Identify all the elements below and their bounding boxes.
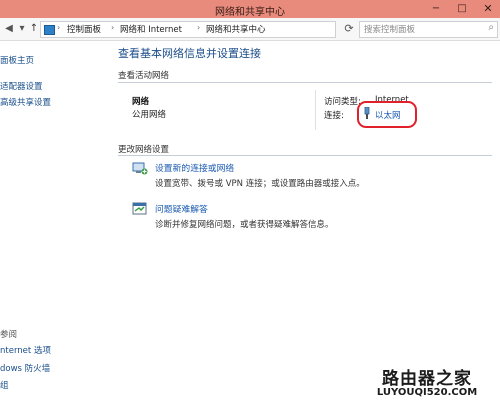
breadcrumb-control-panel[interactable]: 控制面板 xyxy=(67,23,101,35)
breadcrumb-separator: › xyxy=(111,23,115,32)
search-input[interactable]: 搜索控制面板 ⌕ xyxy=(359,21,498,38)
troubleshoot-desc: 诊断并修复网络问题，或者获得疑难解答信息。 xyxy=(155,220,334,230)
watermark-url: LUYOUQI520.COM xyxy=(376,387,478,398)
breadcrumb-network-internet[interactable]: 网络和 Internet xyxy=(120,23,182,35)
sidebar-item-firewall[interactable]: dows 防火墙 xyxy=(0,362,50,374)
watermark-text: 路由器之家 xyxy=(382,369,472,389)
sidebar-item-advanced-sharing[interactable]: 高级共享设置 xyxy=(0,96,51,108)
breadcrumb-sharing-center[interactable]: 网络和共享中心 xyxy=(206,23,266,35)
setup-connection-link[interactable]: 设置新的连接或网络 xyxy=(155,161,234,174)
section-divider xyxy=(118,82,492,83)
minimize-button[interactable]: − xyxy=(423,0,449,18)
close-button[interactable]: ✕ xyxy=(475,0,500,18)
sidebar-item-homegroup[interactable]: 组 xyxy=(0,379,9,391)
search-placeholder: 搜索控制面板 xyxy=(364,25,416,35)
search-icon[interactable]: ⌕ xyxy=(488,22,494,33)
maximize-button[interactable]: □ xyxy=(449,0,475,18)
active-networks-header: 查看活动网络 xyxy=(118,71,170,81)
change-settings-header: 更改网络设置 xyxy=(118,145,170,155)
access-type-label: 访问类型: xyxy=(324,97,361,107)
connections-label: 连接: xyxy=(324,111,344,121)
troubleshoot-icon xyxy=(132,202,147,215)
address-bar: ◀ ▾ ↑ › 控制面板 › 网络和 Internet › 网络和共享中心 ⟳ … xyxy=(0,18,500,41)
watermark: 路由器之家 LUYOUQI520.COM xyxy=(357,364,497,402)
network-name: 网络 xyxy=(132,97,150,107)
control-panel-icon xyxy=(44,25,55,35)
breadcrumb[interactable]: › 控制面板 › 网络和 Internet › 网络和共享中心 xyxy=(40,21,336,38)
see-also-header: 参阅 xyxy=(0,330,18,340)
sidebar-item-adapter-settings[interactable]: 适配器设置 xyxy=(0,80,43,92)
up-arrow-icon[interactable]: ↑ xyxy=(27,22,41,36)
troubleshoot-link[interactable]: 问题疑难解答 xyxy=(155,202,208,215)
back-arrow-icon[interactable]: ◀ xyxy=(2,22,16,36)
refresh-icon[interactable]: ⟳ xyxy=(342,22,356,36)
breadcrumb-separator: › xyxy=(197,23,201,32)
column-divider xyxy=(315,90,316,130)
highlight-ring xyxy=(357,101,417,128)
title-bar: 网络和共享中心 − □ ✕ xyxy=(0,0,500,18)
sidebar-item-home[interactable]: 面板主页 xyxy=(0,54,34,66)
section-divider xyxy=(118,155,492,156)
sidebar-item-internet-options[interactable]: nternet 选项 xyxy=(0,344,51,356)
page-title: 查看基本网络信息并设置连接 xyxy=(118,47,261,60)
setup-connection-desc: 设置宽带、拨号或 VPN 连接；或设置路由器或接入点。 xyxy=(155,179,365,189)
new-connection-icon xyxy=(132,162,148,175)
breadcrumb-separator: › xyxy=(57,23,61,32)
network-type: 公用网络 xyxy=(132,110,167,120)
